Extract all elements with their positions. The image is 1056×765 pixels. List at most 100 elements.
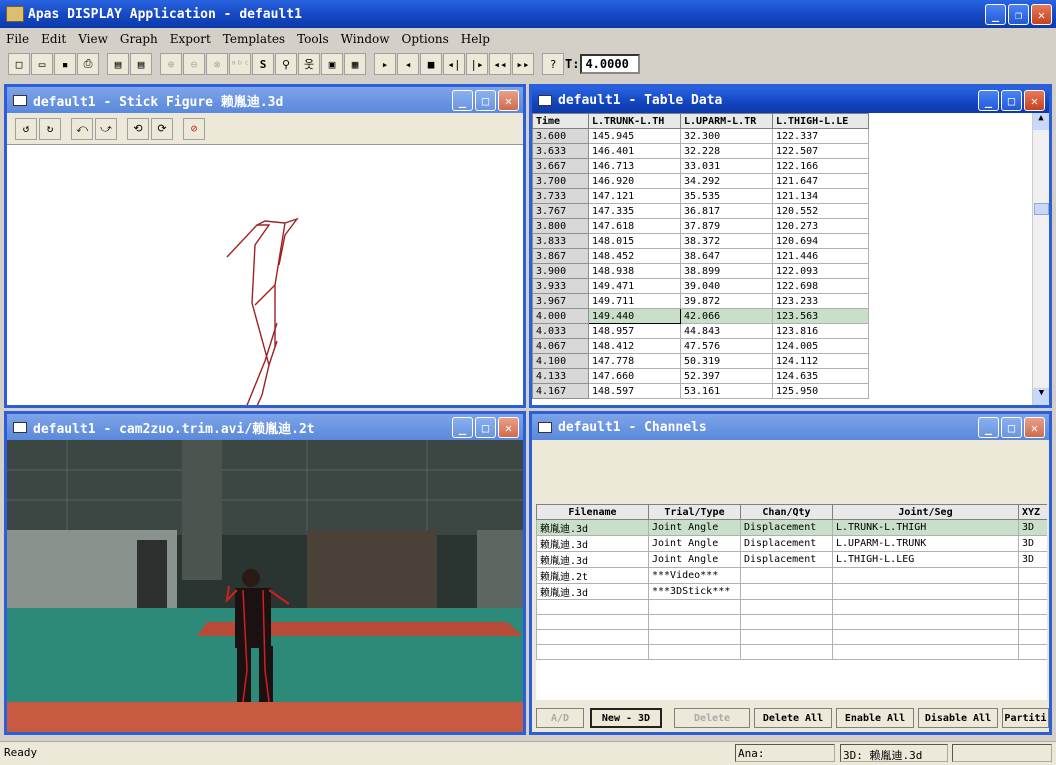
channel-row[interactable]: 赖胤迪.3d Joint Angle Displacement L.TRUNK-L.T… <box>536 519 1047 536</box>
value-cell[interactable]: 148.957 <box>588 323 681 339</box>
delete-all-button[interactable]: Delete All <box>754 708 832 728</box>
value-cell[interactable]: 32.228 <box>680 143 773 159</box>
scroll-thumb[interactable] <box>1034 203 1049 215</box>
help-pointer-icon[interactable]: ? <box>542 53 564 75</box>
channel-cell[interactable] <box>1018 567 1047 584</box>
disable-all-button[interactable]: Disable All <box>918 708 998 728</box>
zoom-out-icon[interactable]: ⊖ <box>183 53 205 75</box>
value-cell[interactable]: 125.950 <box>772 383 869 399</box>
close-icon[interactable]: ✕ <box>1031 4 1052 25</box>
restore-icon[interactable]: ❐ <box>1008 4 1029 25</box>
column-header[interactable]: L.UPARM-L.TR <box>680 113 773 129</box>
value-cell[interactable]: 149.711 <box>588 293 681 309</box>
rotate-up-icon[interactable]: ⤺ <box>71 117 93 140</box>
table-row[interactable]: 4.000 149.440 42.066 123.563 <box>532 308 869 324</box>
minimize-icon[interactable]: _ <box>452 90 473 111</box>
table-row[interactable]: 3.667 146.713 33.031 122.166 <box>532 158 869 174</box>
figure-icon[interactable]: 웃 <box>298 53 320 75</box>
value-cell[interactable]: 38.372 <box>680 233 773 249</box>
time-cell[interactable]: 3.600 <box>532 128 589 144</box>
value-cell[interactable]: 50.319 <box>680 353 773 369</box>
value-cell[interactable]: 37.879 <box>680 218 773 234</box>
enable-all-button[interactable]: Enable All <box>836 708 914 728</box>
close-icon[interactable]: ✕ <box>1024 90 1045 111</box>
time-cell[interactable]: 4.133 <box>532 368 589 384</box>
column-header[interactable]: Chan/Qty <box>740 504 833 520</box>
time-cell[interactable]: 3.800 <box>532 218 589 234</box>
table-row[interactable]: 4.167 148.597 53.161 125.950 <box>532 383 869 399</box>
menu-export[interactable]: Export <box>164 32 217 46</box>
value-cell[interactable]: 121.134 <box>772 188 869 204</box>
play-back-icon[interactable]: ◂ <box>397 53 419 75</box>
time-cell[interactable]: 4.000 <box>532 308 589 324</box>
rotate-left-icon[interactable]: ↺ <box>15 117 37 140</box>
table-row[interactable]: 3.900 148.938 38.899 122.093 <box>532 263 869 279</box>
minimize-icon[interactable]: _ <box>978 417 999 438</box>
table-row[interactable]: 3.933 149.471 39.040 122.698 <box>532 278 869 294</box>
table-row[interactable]: 4.067 148.412 47.576 124.005 <box>532 338 869 354</box>
menu-view[interactable]: View <box>72 32 114 46</box>
table-row[interactable]: 3.767 147.335 36.817 120.552 <box>532 203 869 219</box>
channel-cell[interactable]: L.UPARM-L.TRUNK <box>832 535 1019 552</box>
time-cell[interactable]: 3.900 <box>532 263 589 279</box>
value-cell[interactable]: 39.872 <box>680 293 773 309</box>
time-cell[interactable]: 3.933 <box>532 278 589 294</box>
value-cell[interactable]: 44.843 <box>680 323 773 339</box>
channel-cell[interactable]: 赖胤迪.3d <box>536 535 649 552</box>
column-header[interactable]: Filename <box>536 504 649 520</box>
play-icon[interactable]: ▸ <box>374 53 396 75</box>
table-row[interactable]: 3.867 148.452 38.647 121.446 <box>532 248 869 264</box>
partition-button[interactable]: Partiti <box>1002 708 1049 728</box>
value-cell[interactable]: 145.945 <box>588 128 681 144</box>
value-cell[interactable]: 148.015 <box>588 233 681 249</box>
value-cell[interactable]: 124.112 <box>772 353 869 369</box>
table-row[interactable]: 3.967 149.711 39.872 123.233 <box>532 293 869 309</box>
abc-icon[interactable]: ᵃᵇᶜ <box>229 53 251 75</box>
folder-icon[interactable]: ▤ <box>107 53 129 75</box>
value-cell[interactable]: 147.618 <box>588 218 681 234</box>
table-row[interactable]: 3.733 147.121 35.535 121.134 <box>532 188 869 204</box>
channel-cell[interactable]: L.TRUNK-L.THIGH <box>832 519 1019 536</box>
table-row[interactable]: 4.100 147.778 50.319 124.112 <box>532 353 869 369</box>
value-cell[interactable]: 124.005 <box>772 338 869 354</box>
maximize-icon[interactable]: □ <box>1001 90 1022 111</box>
channel-cell[interactable] <box>740 583 833 600</box>
menu-graph[interactable]: Graph <box>114 32 164 46</box>
value-cell[interactable]: 35.535 <box>680 188 773 204</box>
time-cell[interactable]: 3.700 <box>532 173 589 189</box>
time-cell[interactable]: 3.667 <box>532 158 589 174</box>
channel-cell[interactable]: Displacement <box>740 535 833 552</box>
value-cell[interactable]: 52.397 <box>680 368 773 384</box>
zoom-reset-icon[interactable]: ⊗ <box>206 53 228 75</box>
step-forward-icon[interactable]: |▸ <box>466 53 488 75</box>
table-row[interactable]: 4.033 148.957 44.843 123.816 <box>532 323 869 339</box>
channel-cell[interactable]: 赖胤迪.2t <box>536 567 649 584</box>
new-file-icon[interactable]: □ <box>8 53 30 75</box>
time-input[interactable]: 4.0000 <box>580 54 641 74</box>
value-cell[interactable]: 148.412 <box>588 338 681 354</box>
ad-button[interactable]: A/D <box>536 708 584 728</box>
column-header[interactable]: L.THIGH-L.LE <box>772 113 869 129</box>
value-cell[interactable]: 120.694 <box>772 233 869 249</box>
value-cell[interactable]: 122.337 <box>772 128 869 144</box>
channel-row[interactable]: 赖胤迪.3d Joint Angle Displacement L.UPARM-L.T… <box>536 535 1047 552</box>
value-cell[interactable]: 123.816 <box>772 323 869 339</box>
minimize-icon[interactable]: _ <box>452 417 473 438</box>
menu-edit[interactable]: Edit <box>35 32 72 46</box>
minimize-icon[interactable]: _ <box>978 90 999 111</box>
table-row[interactable]: 4.133 147.660 52.397 124.635 <box>532 368 869 384</box>
value-cell[interactable]: 122.166 <box>772 158 869 174</box>
value-cell[interactable]: 121.647 <box>772 173 869 189</box>
step-back-icon[interactable]: ◂| <box>443 53 465 75</box>
channel-cell[interactable]: Joint Angle <box>648 551 741 568</box>
channel-cell[interactable]: 赖胤迪.3d <box>536 583 649 600</box>
value-cell[interactable]: 121.446 <box>772 248 869 264</box>
channel-cell[interactable]: 赖胤迪.3d <box>536 519 649 536</box>
value-cell[interactable]: 147.660 <box>588 368 681 384</box>
scroll-down-icon[interactable]: ▼ <box>1033 388 1049 405</box>
table-row[interactable]: 3.800 147.618 37.879 120.273 <box>532 218 869 234</box>
column-header[interactable]: XYZ <box>1018 504 1047 520</box>
value-cell[interactable]: 42.066 <box>680 308 773 324</box>
save-icon[interactable]: ▪ <box>54 53 76 75</box>
table-row[interactable]: 3.633 146.401 32.228 122.507 <box>532 143 869 159</box>
